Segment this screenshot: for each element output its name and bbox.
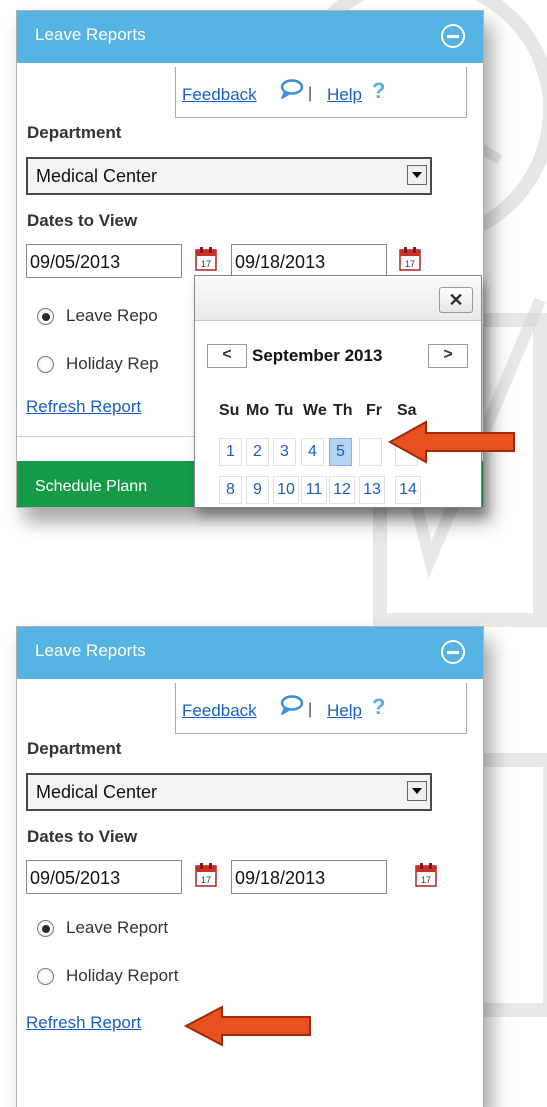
calendar-day[interactable]: 12 — [329, 476, 355, 504]
help-link[interactable]: Help — [327, 85, 362, 105]
department-select[interactable]: Medical Center — [26, 157, 432, 195]
date-picker-popup: ✕ < September 2013 > Su Mo Tu We Th Fr S… — [194, 275, 482, 508]
panel-title: Leave Reports — [35, 25, 146, 44]
link-separator: | — [308, 85, 313, 102]
end-date-input[interactable]: 09/18/2013 — [231, 860, 387, 894]
start-date-value: 09/05/2013 — [30, 868, 121, 888]
calendar-day[interactable]: 14 — [395, 476, 421, 504]
panel-header: Leave Reports — [17, 627, 483, 679]
svg-text:17: 17 — [201, 875, 211, 885]
feedback-link[interactable]: Feedback — [182, 701, 257, 721]
leave-report-label: Leave Report — [66, 918, 169, 937]
prev-month-button[interactable]: < — [207, 344, 247, 368]
panel-header: Leave Reports — [17, 11, 483, 63]
close-icon[interactable]: ✕ — [439, 287, 473, 313]
weekday-header: Mo — [246, 402, 270, 419]
calendar-icon[interactable]: 17 — [195, 246, 217, 272]
start-date-input[interactable]: 09/05/2013 — [26, 244, 182, 278]
department-label: Department — [27, 123, 122, 142]
feedback-link[interactable]: Feedback — [182, 85, 257, 105]
holiday-report-radio[interactable] — [37, 968, 54, 985]
dates-to-view-label: Dates to View — [27, 211, 138, 230]
calendar-day[interactable]: 11 — [301, 476, 327, 504]
calendar-day[interactable]: 2 — [246, 438, 269, 466]
end-date-value: 09/18/2013 — [235, 868, 326, 888]
start-date-input[interactable]: 09/05/2013 — [26, 860, 182, 894]
weekday-header: We — [303, 402, 327, 419]
speech-bubble-icon — [280, 695, 304, 715]
holiday-report-label: Holiday Rep — [66, 354, 159, 373]
help-link[interactable]: Help — [327, 701, 362, 721]
calendar-day[interactable]: 13 — [359, 476, 385, 504]
start-date-value: 09/05/2013 — [30, 252, 121, 272]
panel-title: Leave Reports — [35, 641, 146, 660]
end-date-input[interactable]: 09/18/2013 — [231, 244, 387, 278]
calendar-icon[interactable]: 17 — [195, 862, 217, 888]
calendar-day-selected[interactable]: 5 — [329, 438, 352, 466]
minus-circle-icon[interactable] — [441, 24, 465, 48]
calendar-day[interactable]: 10 — [273, 476, 299, 504]
question-icon: ? — [372, 78, 386, 103]
schedule-planner-label: Schedule Plann — [35, 478, 148, 495]
weekday-header: Th — [333, 402, 353, 419]
red-arrow-icon — [387, 420, 515, 464]
calendar-day[interactable]: 3 — [273, 438, 296, 466]
month-label: September 2013 — [252, 346, 383, 365]
refresh-report-link[interactable]: Refresh Report — [26, 1013, 141, 1033]
link-separator: | — [308, 701, 313, 718]
holiday-report-label: Holiday Report — [66, 966, 179, 985]
dates-to-view-label: Dates to View — [27, 827, 138, 846]
svg-text:17: 17 — [405, 259, 415, 269]
leave-report-radio[interactable] — [37, 920, 54, 937]
dropdown-arrow-icon[interactable] — [407, 165, 427, 185]
calendar-day[interactable]: 8 — [219, 476, 242, 504]
svg-text:17: 17 — [201, 259, 211, 269]
date-picker-titlebar: ✕ — [195, 276, 481, 321]
calendar-day-blank — [359, 438, 382, 466]
end-date-value: 09/18/2013 — [235, 252, 326, 272]
red-arrow-icon — [183, 1005, 311, 1047]
department-select[interactable]: Medical Center — [26, 773, 432, 811]
calendar-day[interactable]: 9 — [246, 476, 269, 504]
department-label: Department — [27, 739, 122, 758]
dropdown-arrow-icon[interactable] — [407, 781, 427, 801]
minus-circle-icon[interactable] — [441, 640, 465, 664]
feedback-help-box: Feedback | Help ? — [175, 683, 467, 734]
department-value: Medical Center — [36, 782, 158, 802]
svg-text:17: 17 — [421, 875, 431, 885]
calendar-icon[interactable]: 17 — [415, 862, 437, 888]
department-value: Medical Center — [36, 166, 158, 186]
calendar-day[interactable]: 1 — [219, 438, 242, 466]
holiday-report-radio[interactable] — [37, 356, 54, 373]
weekday-header: Fr — [366, 402, 382, 419]
weekday-header: Tu — [275, 402, 294, 419]
leave-report-label: Leave Repo — [66, 306, 158, 325]
speech-bubble-icon — [280, 79, 304, 99]
feedback-help-box: Feedback | Help ? — [175, 67, 467, 118]
next-month-button[interactable]: > — [428, 344, 468, 368]
refresh-report-link[interactable]: Refresh Report — [26, 397, 141, 417]
leave-report-radio[interactable] — [37, 308, 54, 325]
calendar-day[interactable]: 4 — [301, 438, 324, 466]
calendar-icon[interactable]: 17 — [399, 246, 421, 272]
question-icon: ? — [372, 694, 386, 719]
weekday-header: Su — [219, 402, 240, 419]
